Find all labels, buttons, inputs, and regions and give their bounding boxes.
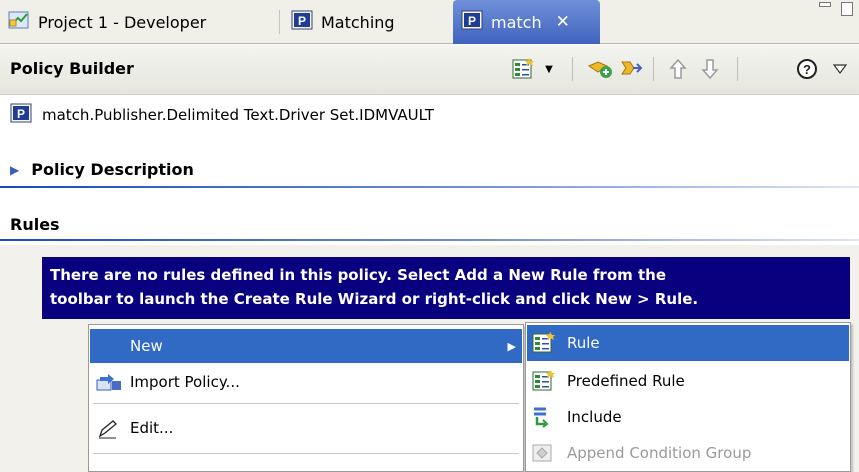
menu-item-include[interactable]: Include — [527, 399, 849, 435]
add-rule-icon[interactable] — [585, 56, 615, 82]
toolbar-divider — [737, 57, 738, 81]
new-submenu: Rule Predefined Rule Include Append Cond… — [525, 322, 851, 472]
include-icon — [531, 406, 557, 432]
menu-item-label: Rule — [567, 334, 600, 352]
tab-divider — [279, 10, 280, 34]
svg-text:P: P — [17, 107, 25, 121]
section-underline — [0, 186, 859, 188]
toolbar-divider — [653, 57, 654, 81]
dropdown-icon[interactable]: ▼ — [540, 56, 558, 82]
section-policy-description[interactable]: ▶ Policy Description — [10, 160, 194, 179]
message-line: toolbar to launch the Create Rule Wizard… — [50, 290, 699, 308]
svg-text:P: P — [468, 14, 476, 28]
menu-item-edit[interactable]: Edit... — [90, 411, 522, 445]
section-rules: Rules — [10, 215, 60, 234]
pencil-icon — [96, 419, 120, 443]
menu-item-label: New — [130, 337, 163, 355]
condition-group-icon — [531, 442, 557, 468]
policy-path: P match.Publisher.Delimited Text.Driver … — [10, 100, 434, 130]
page-title: Policy Builder — [10, 59, 134, 78]
menu-item-label: Include — [567, 408, 622, 426]
predefined-rule-icon — [531, 370, 557, 396]
menu-item-label: Predefined Rule — [567, 372, 685, 390]
policy-p-icon: P — [461, 10, 483, 34]
svg-text:?: ? — [803, 62, 811, 77]
tab-matching[interactable]: P Matching — [283, 0, 451, 44]
menu-item-append-condition-group: Append Condition Group — [527, 435, 849, 471]
menu-item-label: Import Policy... — [130, 373, 240, 391]
submenu-arrow-icon: ▶ — [507, 339, 516, 353]
editor-tab-bar: Project 1 - Developer P Matching P match… — [0, 0, 859, 44]
message-line: There are no rules defined in this polic… — [50, 266, 667, 284]
menu-item-rule[interactable]: Rule — [527, 325, 849, 361]
rule-wizard-icon[interactable] — [508, 56, 538, 82]
empty-rules-message: There are no rules defined in this polic… — [42, 257, 850, 319]
tab-label: Project 1 - Developer — [38, 12, 207, 32]
rule-icon — [531, 332, 557, 358]
window-controls — [819, 2, 853, 16]
menu-separator — [93, 453, 519, 454]
policy-builder-header: Policy Builder ▼ ? — [0, 45, 859, 95]
policy-path-text: match.Publisher.Delimited Text.Driver Se… — [42, 106, 435, 124]
menu-item-new[interactable]: New ▶ — [90, 329, 522, 363]
section-underline — [0, 239, 859, 241]
expand-triangle-icon[interactable]: ▶ — [10, 163, 19, 177]
move-down-icon[interactable] — [697, 56, 723, 82]
close-icon[interactable]: ✕ — [556, 12, 570, 32]
import-icon — [96, 373, 122, 395]
policy-p-icon: P — [291, 10, 313, 34]
policy-p-icon: P — [10, 103, 32, 127]
tab-project-developer[interactable]: Project 1 - Developer — [0, 0, 275, 44]
menu-item-label: Edit... — [130, 419, 174, 437]
toolbar-divider — [572, 57, 573, 81]
view-menu-icon[interactable] — [830, 56, 850, 82]
help-icon[interactable]: ? — [794, 56, 820, 82]
svg-text:P: P — [298, 14, 306, 28]
context-menu: New ▶ Import Policy... Edit... — [88, 324, 524, 472]
section-title: Policy Description — [31, 160, 194, 179]
maximize-icon[interactable] — [841, 2, 853, 16]
minimize-icon[interactable] — [819, 2, 831, 7]
jump-icon[interactable] — [617, 56, 647, 82]
move-up-icon[interactable] — [665, 56, 691, 82]
menu-separator — [93, 403, 519, 404]
menu-item-predefined-rule[interactable]: Predefined Rule — [527, 363, 849, 399]
menu-item-import-policy[interactable]: Import Policy... — [90, 365, 522, 399]
menu-item-label: Append Condition Group — [567, 444, 752, 462]
project-diagram-icon — [8, 10, 30, 34]
tab-label: match — [491, 12, 542, 32]
tab-match[interactable]: P match ✕ — [453, 0, 600, 44]
tab-label: Matching — [321, 12, 395, 32]
